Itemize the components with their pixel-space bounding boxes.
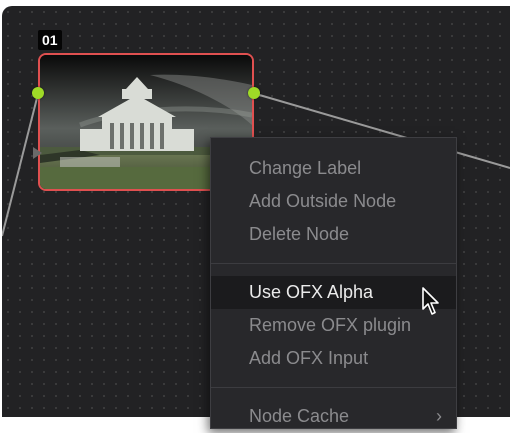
arrow-pointer-icon (422, 287, 439, 315)
menu-item-use-ofx-alpha[interactable]: Use OFX Alpha (211, 276, 456, 309)
node-number-label: 01 (38, 30, 62, 50)
node-output-port[interactable] (248, 87, 260, 99)
menu-item-change-label[interactable]: Change Label (211, 152, 456, 185)
node-context-menu: Change Label Add Outside Node Delete Nod… (210, 137, 457, 429)
menu-item-delete-node[interactable]: Delete Node (211, 218, 456, 251)
menu-separator (211, 387, 456, 388)
menu-item-node-cache-label: Node Cache (249, 406, 350, 426)
alpha-input-port[interactable] (33, 147, 42, 159)
node-input-port[interactable] (32, 87, 44, 99)
menu-separator (211, 263, 456, 264)
input-wire (2, 93, 39, 237)
menu-item-remove-ofx-plugin[interactable]: Remove OFX plugin (211, 309, 456, 342)
menu-item-add-outside-node[interactable]: Add Outside Node (211, 185, 456, 218)
menu-item-add-ofx-input[interactable]: Add OFX Input (211, 342, 456, 375)
